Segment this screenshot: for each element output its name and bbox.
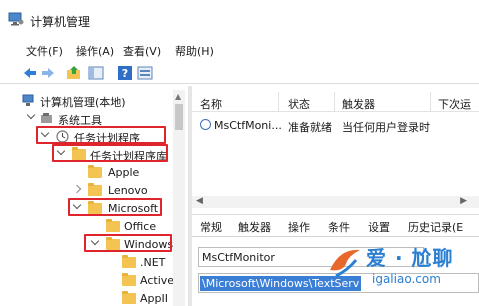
- detail-tabs: 常规 触发器 操作 条件 设置 历史记录(E: [192, 215, 479, 237]
- tab-settings[interactable]: 设置: [368, 219, 390, 235]
- up-folder-icon[interactable]: [66, 65, 82, 81]
- tree-item-apple[interactable]: Apple: [0, 164, 170, 182]
- navigation-tree: 计算机管理(本地) 系统工具 任务计划程序 任务计划程序库 Apple Leno…: [0, 86, 188, 306]
- back-arrow-icon[interactable]: [22, 65, 38, 81]
- tree-item-computer-management[interactable]: 计算机管理(本地): [0, 92, 170, 110]
- svg-text:?: ?: [122, 67, 128, 80]
- tab-general[interactable]: 常规: [200, 219, 222, 235]
- tree-item-dotnet[interactable]: .NET: [0, 254, 170, 272]
- window-title: 计算机管理: [30, 15, 91, 29]
- chevron-down-icon[interactable]: [26, 110, 36, 120]
- tab-triggers[interactable]: 触发器: [238, 219, 271, 235]
- watermark-text: 爱 · 尬聊: [366, 246, 454, 270]
- tab-conditions[interactable]: 条件: [328, 219, 350, 235]
- show-tree-icon[interactable]: [88, 65, 104, 81]
- highlight-box: [84, 234, 172, 252]
- folder-icon: [88, 183, 102, 196]
- watermark: 爱 · 尬聊 igaliao.com: [326, 238, 479, 298]
- folder-icon: [122, 291, 136, 304]
- toolbar: ?: [0, 62, 479, 84]
- list-horizontal-scrollbar[interactable]: ◀ ▶: [192, 196, 479, 208]
- highlight-box: [68, 198, 162, 216]
- scroll-left-icon[interactable]: ◀: [196, 196, 203, 206]
- folder-icon: [106, 219, 120, 232]
- highlight-box: [36, 126, 166, 144]
- task-trigger: 当任何用户登录时: [342, 121, 430, 134]
- folder-icon: [88, 165, 102, 178]
- computer-management-icon: [22, 94, 34, 106]
- task-list-header: 名称 状态 触发器 下次运: [192, 92, 479, 112]
- task-name: MsCtfMoni...: [214, 119, 282, 132]
- task-clock-icon: [200, 119, 211, 130]
- watermark-url: igaliao.com: [372, 272, 441, 286]
- scroll-up-icon[interactable]: ▲: [175, 92, 181, 101]
- computer-management-icon: [8, 12, 24, 26]
- task-row[interactable]: MsCtfMoni... 准备就绪 当任何用户登录时: [192, 116, 479, 134]
- folder-icon: [122, 255, 136, 268]
- help-icon[interactable]: ?: [117, 65, 133, 81]
- column-header-trigger[interactable]: 触发器: [342, 96, 375, 112]
- task-name-value: MsCtfMonitor: [202, 251, 275, 264]
- properties-icon[interactable]: [137, 65, 153, 81]
- scrollbar-thumb[interactable]: [175, 104, 183, 130]
- title-bar: 计算机管理: [0, 0, 479, 38]
- highlight-box: [52, 144, 168, 162]
- forward-arrow-icon[interactable]: [40, 65, 56, 81]
- menu-action[interactable]: 操作(A): [76, 43, 114, 59]
- menu-help[interactable]: 帮助(H): [175, 43, 214, 59]
- tab-history[interactable]: 历史记录(E: [408, 219, 463, 235]
- tab-actions[interactable]: 操作: [288, 219, 310, 235]
- column-header-name[interactable]: 名称: [200, 96, 222, 112]
- scroll-right-icon[interactable]: ▶: [460, 196, 467, 206]
- menu-bar: 文件(F) 操作(A) 查看(V) 帮助(H): [0, 40, 479, 60]
- tree-item-appli[interactable]: AppII: [0, 290, 170, 306]
- column-separator[interactable]: [334, 92, 335, 112]
- column-separator[interactable]: [430, 92, 431, 112]
- chevron-right-icon[interactable]: [72, 184, 82, 194]
- task-status: 准备就绪: [288, 121, 332, 134]
- menu-file[interactable]: 文件(F): [26, 43, 63, 59]
- column-header-status[interactable]: 状态: [288, 96, 310, 112]
- column-separator[interactable]: [278, 92, 279, 112]
- watermark-logo-icon: [330, 249, 360, 278]
- tools-icon: [41, 113, 52, 123]
- tree-scrollbar[interactable]: ▲: [173, 90, 185, 306]
- menu-view[interactable]: 查看(V): [123, 43, 161, 59]
- column-header-next-run[interactable]: 下次运: [438, 96, 471, 112]
- folder-icon: [122, 273, 136, 286]
- tree-item-active[interactable]: Active: [0, 272, 174, 290]
